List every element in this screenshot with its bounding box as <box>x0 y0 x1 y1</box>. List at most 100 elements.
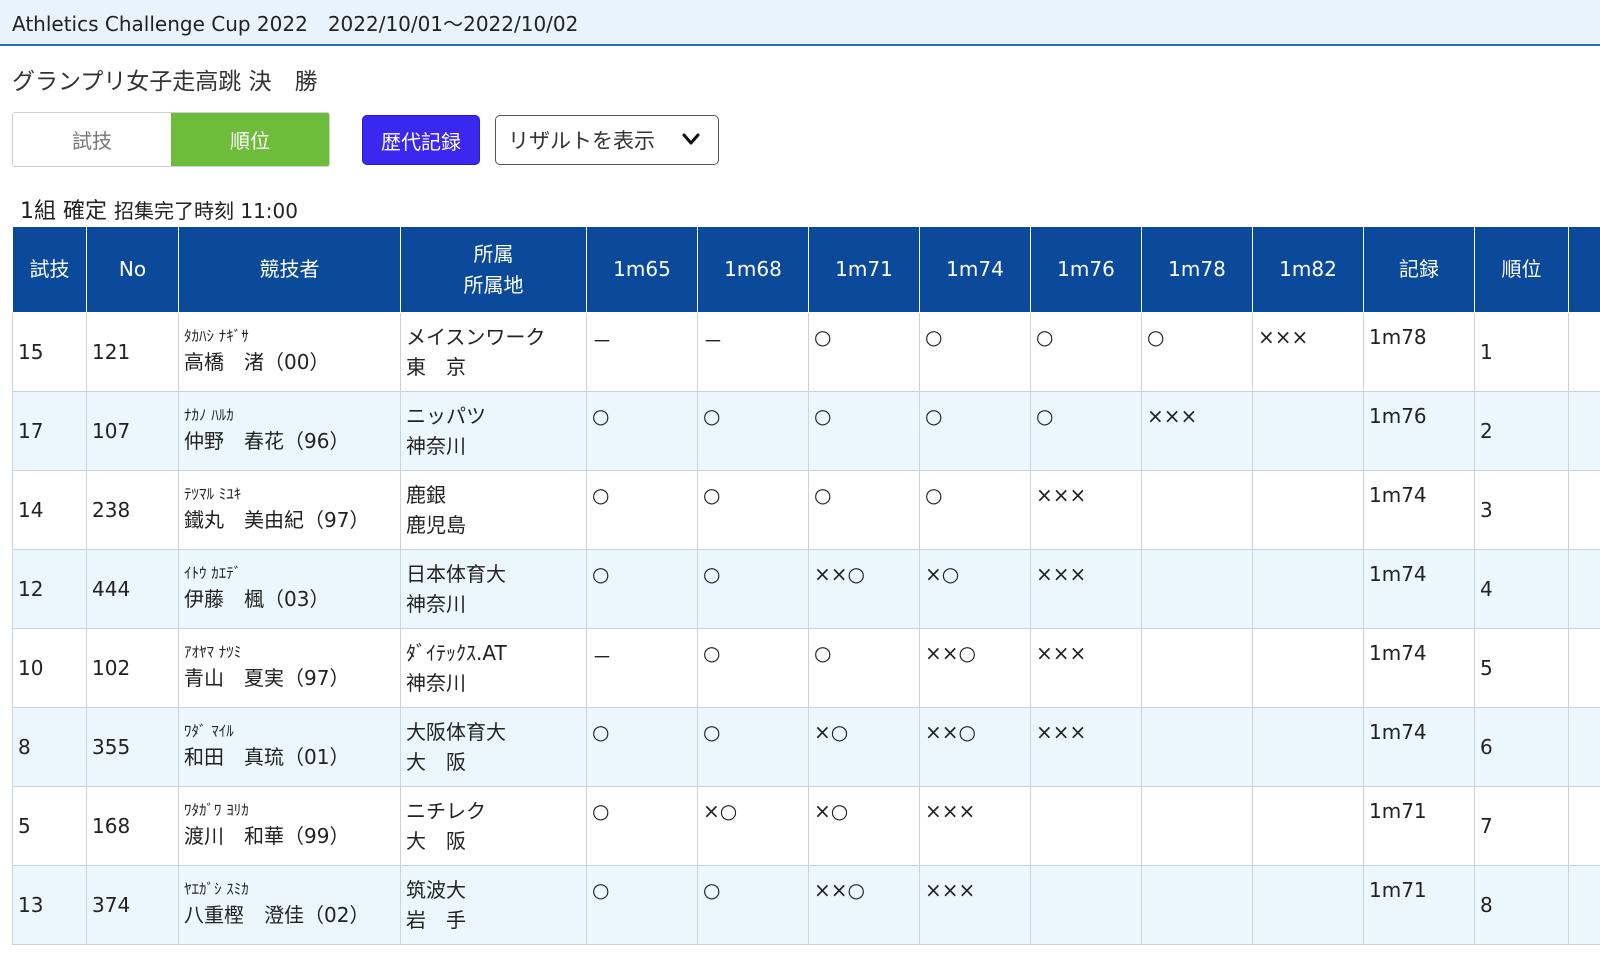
col-height: 1m76 <box>1030 226 1142 313</box>
view-toggle: 試技 順位 <box>12 112 330 167</box>
event-title: グランプリ女子走高跳 決 勝 <box>12 69 318 95</box>
attempt-result: ○ <box>586 786 698 866</box>
record: 1m71 <box>1363 786 1475 866</box>
rank: 2 <box>1474 391 1569 471</box>
table-row: 8 355 ﾜﾀﾞ ﾏｲﾙ 和田 真琉（01） 大阪体育大大 阪 ○ ○ ×○ ××○ ××× 1m… <box>12 707 1600 787</box>
col-no: No <box>86 226 179 313</box>
athlete-cell: ﾅｶﾉ ﾊﾙｶ 仲野 春花（96） <box>178 391 401 471</box>
trial-order: 13 <box>12 865 87 945</box>
trial-view-button[interactable]: 試技 <box>13 113 171 166</box>
athlete-name: 八重樫 澄佳（02） <box>184 903 370 927</box>
affiliation-cell: メイスンワーク東 京 <box>400 312 587 392</box>
table-header-row: 試技 No 競技者 所属 所属地 1m65 1m68 1m71 1m74 1m7… <box>12 226 1600 313</box>
attempt-result: ○ <box>919 391 1031 471</box>
history-records-button[interactable]: 歴代記録 <box>362 115 480 165</box>
rank: 3 <box>1474 470 1569 550</box>
region: 東 京 <box>406 355 466 379</box>
table-row: 13 374 ﾔｴｶﾞｼ ｽﾐｶ 八重樫 澄佳（02） 筑波大岩 手 ○ ○ ××○ ××× 1m… <box>12 865 1600 945</box>
athlete-kana: ｱｵﾔﾏ ﾅﾂﾐ <box>184 643 242 661</box>
rank-view-button[interactable]: 順位 <box>171 113 329 166</box>
attempt-result: ○ <box>586 865 698 945</box>
athlete-name: 青山 夏実（97） <box>184 666 350 690</box>
attempt-result: ××× <box>1030 707 1142 787</box>
attempt-result <box>1030 786 1142 866</box>
attempt-result: ○ <box>919 470 1031 550</box>
chevron-down-icon <box>682 133 700 145</box>
affiliation: 大阪体育大 <box>406 720 506 744</box>
col-trial: 試技 <box>12 226 87 313</box>
athlete-name: 伊藤 楓（03） <box>184 587 330 611</box>
affiliation: ﾀﾞｲﾃｯｸｽ.AT <box>406 641 507 665</box>
bib-number: 444 <box>86 549 179 629</box>
extra-cell <box>1568 312 1600 392</box>
attempt-result: ×○ <box>808 786 920 866</box>
attempt-result: ××× <box>1030 628 1142 708</box>
affiliation-cell: ニチレク大 阪 <box>400 786 587 866</box>
attempt-result <box>1252 470 1364 550</box>
attempt-result: ○ <box>1030 391 1142 471</box>
attempt-result: ×○ <box>919 549 1031 629</box>
rank: 5 <box>1474 628 1569 708</box>
athlete-cell: ﾀｶﾊｼ ﾅｷﾞｻ 高橋 渚（00） <box>178 312 401 392</box>
extra-cell <box>1568 391 1600 471</box>
attempt-result <box>1252 391 1364 471</box>
attempt-result: ○ <box>1030 312 1142 392</box>
region: 大 阪 <box>406 750 466 774</box>
col-affiliation: 所属 所属地 <box>400 226 587 313</box>
record: 1m76 <box>1363 391 1475 471</box>
attempt-result <box>1030 865 1142 945</box>
col-athlete: 競技者 <box>178 226 401 313</box>
rank: 6 <box>1474 707 1569 787</box>
attempt-result: ○ <box>586 391 698 471</box>
trial-order: 17 <box>12 391 87 471</box>
attempt-result <box>1252 707 1364 787</box>
bib-number: 355 <box>86 707 179 787</box>
attempt-result: ××○ <box>919 628 1031 708</box>
result-select-value: リザルトを表示 <box>508 129 655 153</box>
table-row: 14 238 ﾃﾂﾏﾙ ﾐﾕｷ 鐵丸 美由紀（97） 鹿銀 鹿児島 ○ ○ ○ ○ ××× 1m74 3 <box>12 470 1600 550</box>
col-region-label: 所属地 <box>463 272 524 297</box>
attempt-result: ○ <box>808 312 920 392</box>
bib-number: 107 <box>86 391 179 471</box>
rank: 8 <box>1474 865 1569 945</box>
trial-order: 14 <box>12 470 87 550</box>
attempt-result: ○ <box>919 312 1031 392</box>
athlete-kana: ｲﾄｳ ｶｴﾃﾞ <box>184 564 242 582</box>
rank: 1 <box>1474 312 1569 392</box>
attempt-result <box>1141 865 1253 945</box>
col-rank: 順位 <box>1474 226 1569 313</box>
attempt-result: ××× <box>919 865 1031 945</box>
attempt-result <box>1141 707 1253 787</box>
attempt-result: ○ <box>697 391 809 471</box>
affiliation: 日本体育大 <box>406 562 506 586</box>
athlete-cell: ｱｵﾔﾏ ﾅﾂﾐ 青山 夏実（97） <box>178 628 401 708</box>
region: 神奈川 <box>406 592 466 616</box>
trial-order: 12 <box>12 549 87 629</box>
extra-cell <box>1568 865 1600 945</box>
col-affiliation-label: 所属 <box>473 241 514 266</box>
top-bar: Athletics Challenge Cup 2022 2022/10/01～… <box>0 0 1600 46</box>
attempt-result: ○ <box>1141 312 1253 392</box>
col-height: 1m78 <box>1141 226 1253 313</box>
col-height: 1m74 <box>919 226 1031 313</box>
call-time: 招集完了時刻 11:00 <box>114 199 298 223</box>
bib-number: 374 <box>86 865 179 945</box>
table-row: 5 168 ﾜﾀｶﾞﾜ ﾖﾘｶ 渡川 和華（99） ニチレク大 阪 ○ ×○ ×○ ××× 1m7… <box>12 786 1600 866</box>
athlete-cell: ﾃﾂﾏﾙ ﾐﾕｷ 鐵丸 美由紀（97） <box>178 470 401 550</box>
attempt-result <box>1252 786 1364 866</box>
attempt-result <box>1141 549 1253 629</box>
rank: 7 <box>1474 786 1569 866</box>
attempt-result <box>1141 470 1253 550</box>
bib-number: 102 <box>86 628 179 708</box>
col-height: 1m71 <box>808 226 920 313</box>
attempt-result: ××○ <box>919 707 1031 787</box>
athlete-name: 仲野 春花（96） <box>184 429 350 453</box>
result-select[interactable]: リザルトを表示 <box>495 115 719 165</box>
extra-cell <box>1568 628 1600 708</box>
affiliation: ニチレク <box>406 799 486 823</box>
trial-order: 15 <box>12 312 87 392</box>
record: 1m74 <box>1363 549 1475 629</box>
extra-cell <box>1568 786 1600 866</box>
competition-title: Athletics Challenge Cup 2022 2022/10/01～… <box>12 11 579 36</box>
rank: 4 <box>1474 549 1569 629</box>
